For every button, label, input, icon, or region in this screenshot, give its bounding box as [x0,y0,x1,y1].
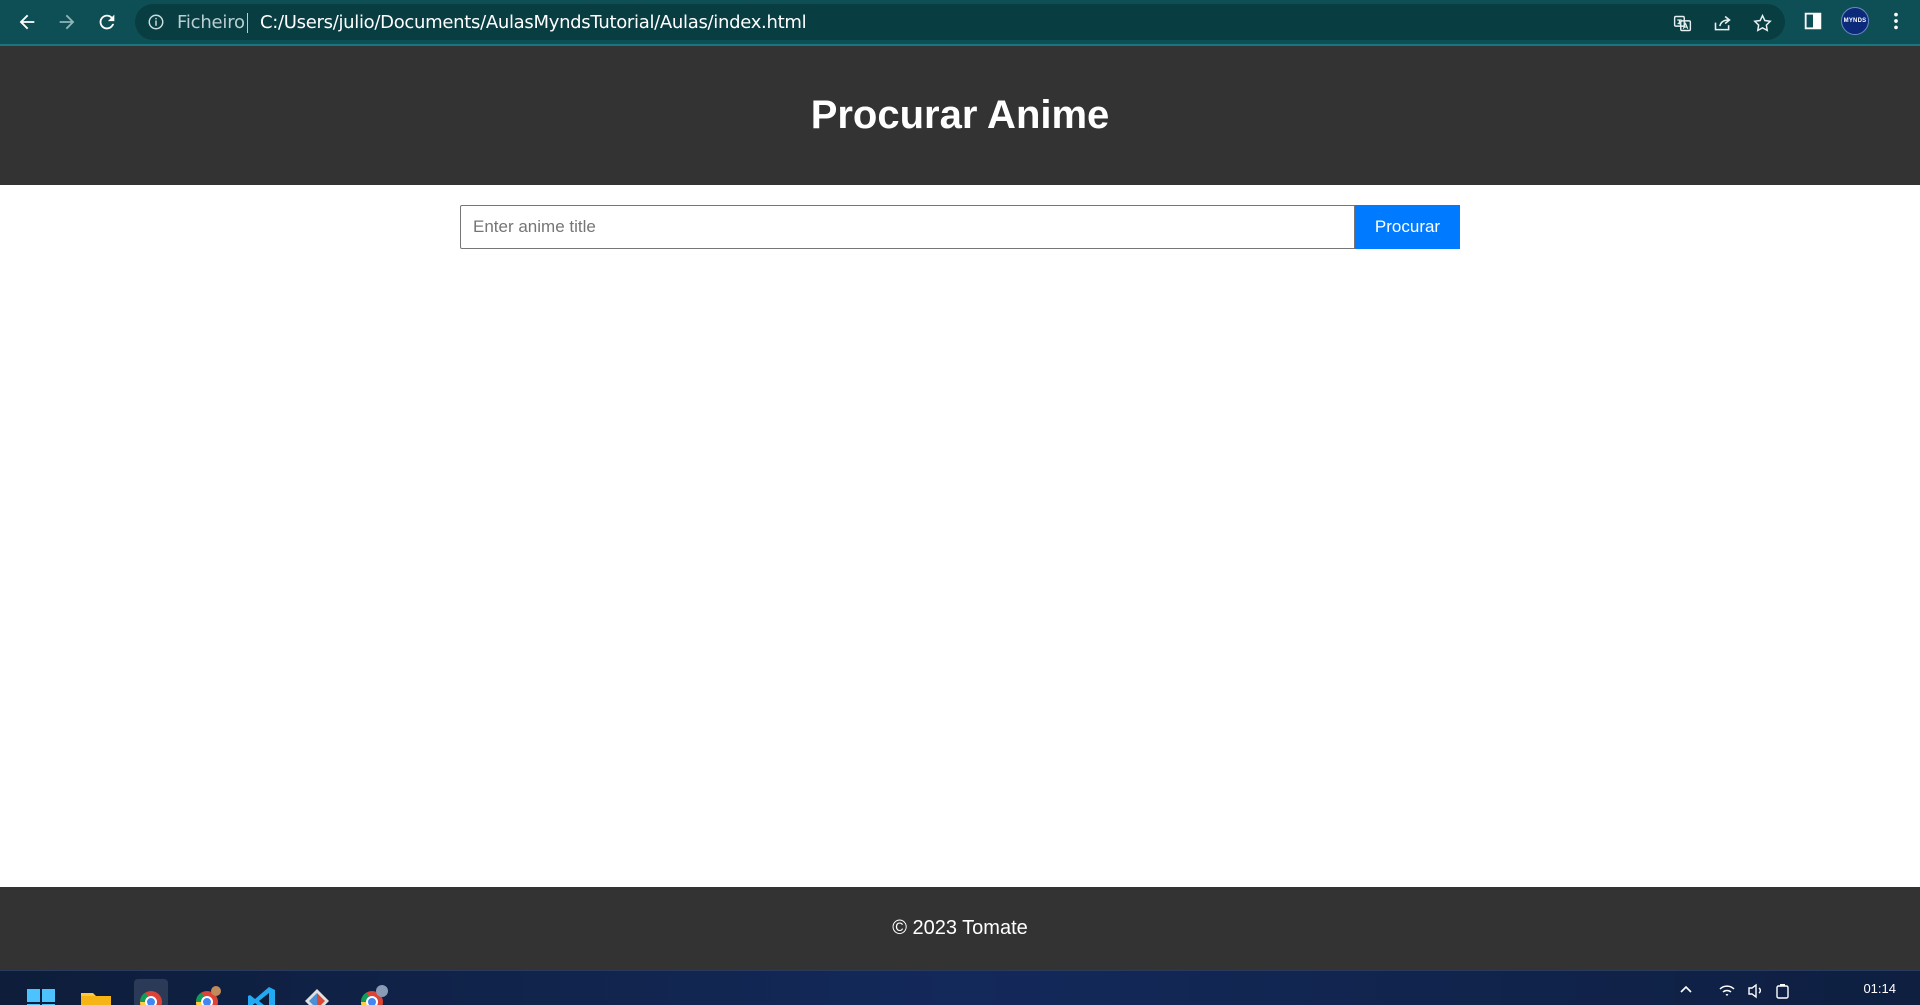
chrome-mynds-icon[interactable] [134,979,168,1005]
search-button[interactable]: Procurar [1355,205,1460,249]
side-panel-icon[interactable] [1800,8,1826,34]
footer-copyright: © 2023 Tomate [892,917,1028,939]
arrow-left-icon [19,14,35,30]
volume-icon[interactable] [1746,981,1764,1004]
chrome-icon[interactable] [190,979,224,1005]
back-button[interactable] [10,5,44,39]
url-scheme-label: Ficheiro [177,12,245,33]
site-header: Procurar Anime [0,46,1920,185]
profile-avatar[interactable]: MYNDS [1841,7,1869,35]
git-extensions-icon[interactable] [300,979,334,1005]
forward-button[interactable] [50,5,84,39]
browser-toolbar: Ficheiro C:/Users/julio/Documents/AulasM… [0,0,1920,46]
search-form: Procurar [460,205,1460,249]
taskbar: 01:14 [0,970,1920,1005]
battery-icon[interactable] [1774,981,1792,1004]
url-text[interactable]: C:/Users/julio/Documents/AulasMyndsTutor… [260,12,807,33]
windows-start-icon[interactable] [24,979,58,1005]
reload-icon [99,14,115,30]
tray-chevron-up-icon[interactable] [1678,981,1694,1002]
reload-button[interactable] [90,5,124,39]
site-footer: © 2023 Tomate [0,887,1920,970]
address-separator [247,13,248,33]
file-explorer-icon[interactable] [79,979,113,1005]
page-title: Procurar Anime [810,93,1110,137]
info-icon[interactable] [147,13,165,31]
menu-kebab-icon[interactable] [1883,8,1909,34]
search-input[interactable] [460,205,1355,249]
bookmark-star-icon[interactable] [1750,11,1774,35]
address-bar[interactable]: Ficheiro C:/Users/julio/Documents/AulasM… [135,4,1785,40]
wifi-icon[interactable] [1718,981,1736,1004]
taskbar-clock[interactable]: 01:14 [1826,981,1896,996]
vscode-icon[interactable] [245,979,279,1005]
translate-icon[interactable] [1670,11,1694,35]
arrow-right-icon [59,14,75,30]
chrome-profile-icon[interactable] [355,979,389,1005]
share-icon[interactable] [1710,11,1734,35]
